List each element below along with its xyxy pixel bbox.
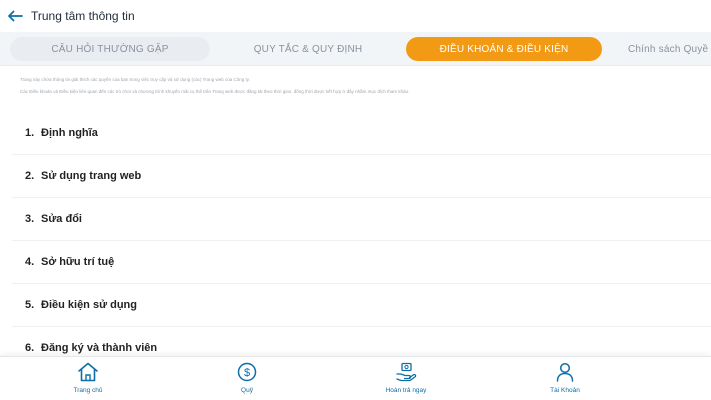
term-label: Sử dụng trang web	[41, 170, 142, 182]
nav-item-account[interactable]: Tài Khoản	[525, 361, 605, 399]
tab-rules-regulations[interactable]: QUY TẮC & QUY ĐỊNH	[208, 37, 408, 61]
term-number: 5.	[25, 299, 35, 311]
term-label: Điều kiện sử dụng	[41, 299, 137, 311]
tab-terms-conditions[interactable]: ĐIỀU KHOẢN & ĐIỀU KIỆN	[406, 37, 602, 61]
nav-item-instant-rebate[interactable]: Hoàn trả ngay	[366, 361, 446, 399]
term-label: Sở hữu trí tuệ	[41, 256, 115, 268]
term-number: 2.	[25, 170, 35, 182]
tab-faq[interactable]: CÂU HỎI THƯỜNG GẶP	[10, 37, 210, 61]
intro-line-2: Các Điều khoản và Điều kiện liên quan đế…	[20, 89, 410, 94]
nav-label-account: Tài Khoản	[550, 387, 580, 394]
page-title: Trung tâm thông tin	[31, 9, 135, 23]
intro-text: Trang này chứa thông tin giải thích các …	[20, 77, 700, 95]
terms-list: 1. Định nghĩa 2. Sử dụng trang web 3. Sử…	[12, 112, 711, 370]
tab-privacy-policy[interactable]: Chính sách Quyề	[628, 37, 711, 61]
nav-label-funds: Quỹ	[241, 387, 253, 394]
term-label: Đăng ký và thành viên	[41, 342, 158, 354]
svg-text:$: $	[244, 367, 250, 379]
dollar-coin-icon: $	[236, 361, 258, 383]
term-item-amendments[interactable]: 3. Sửa đổi	[12, 198, 711, 241]
back-arrow-icon	[8, 10, 23, 22]
term-number: 4.	[25, 256, 35, 268]
term-item-conditions-of-use[interactable]: 5. Điều kiện sử dụng	[12, 284, 711, 327]
money-hand-icon	[395, 361, 417, 383]
intro-line-1: Trang này chứa thông tin giải thích các …	[20, 77, 250, 82]
bottom-nav: Trang chủ $ Quỹ Hoàn trả ngay Tài Khoản	[0, 356, 711, 400]
term-item-website-use[interactable]: 2. Sử dụng trang web	[12, 155, 711, 198]
home-icon	[77, 361, 99, 383]
nav-label-home: Trang chủ	[73, 387, 103, 394]
term-number: 1.	[25, 127, 35, 139]
user-icon	[554, 361, 576, 383]
app-page: Trung tâm thông tin CÂU HỎI THƯỜNG GẶP Q…	[0, 0, 711, 400]
term-label: Định nghĩa	[41, 127, 98, 139]
term-number: 6.	[25, 342, 35, 354]
term-item-definitions[interactable]: 1. Định nghĩa	[12, 112, 711, 155]
term-label: Sửa đổi	[41, 213, 82, 225]
tab-bar: CÂU HỎI THƯỜNG GẶP QUY TẮC & QUY ĐỊNH ĐI…	[0, 32, 711, 66]
nav-item-funds[interactable]: $ Quỹ	[207, 361, 287, 399]
back-button[interactable]	[2, 0, 28, 32]
nav-item-home[interactable]: Trang chủ	[48, 361, 128, 399]
header-bar: Trung tâm thông tin	[0, 0, 711, 32]
nav-label-instant-rebate: Hoàn trả ngay	[385, 387, 427, 394]
term-item-intellectual-property[interactable]: 4. Sở hữu trí tuệ	[12, 241, 711, 284]
term-number: 3.	[25, 213, 35, 225]
